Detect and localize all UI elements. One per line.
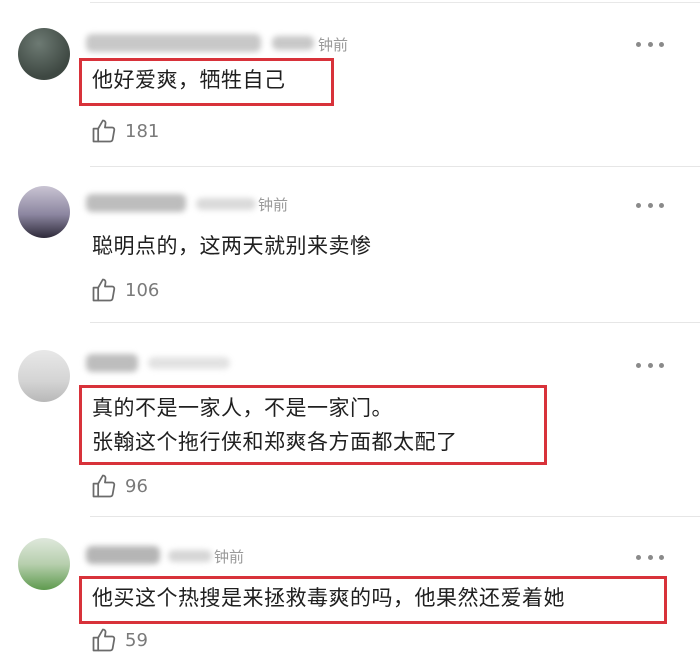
username-blurred [272,36,314,50]
comment-time: 钟前 [318,36,349,54]
username-blurred [86,546,160,564]
comment-text: 他买这个热搜是来拯救毒爽的吗，他果然还爱着她 [79,576,667,624]
comment-text: 他好爱爽，牺牲自己 [79,58,334,106]
username-blurred [196,198,256,210]
comment-line: 他买这个热搜是来拯救毒爽的吗，他果然还爱着她 [92,586,565,610]
avatar[interactable] [18,350,70,402]
thumbs-up-icon [92,474,116,498]
username-blurred [86,34,261,52]
username-blurred [86,354,138,372]
comment-item: 真的不是一家人，不是一家门。 张翰这个拖行侠和郑爽各方面都太配了 96 [0,322,700,518]
comment-text: 真的不是一家人，不是一家门。 张翰这个拖行侠和郑爽各方面都太配了 [79,385,547,465]
thumbs-up-icon [92,628,116,652]
like-button[interactable]: 59 [90,626,148,654]
comment-time: 钟前 [258,196,289,214]
more-dots-icon[interactable] [636,550,664,564]
username-blurred [168,550,212,562]
divider [90,166,700,167]
avatar[interactable] [18,186,70,238]
comment-line: 聪明点的，这两天就别来卖惨 [92,234,372,258]
more-dots-icon[interactable] [636,37,664,51]
comment-time: 钟前 [214,548,245,566]
comment-line: 他好爱爽，牺牲自己 [92,68,286,92]
like-count: 106 [125,279,160,301]
comment-text: 聪明点的，这两天就别来卖惨 [79,224,459,268]
avatar[interactable] [18,28,70,80]
thumbs-up-icon [92,119,116,143]
username-blurred [148,357,230,369]
avatar[interactable] [18,538,70,590]
thumbs-up-icon [92,278,116,302]
like-button[interactable]: 181 [90,117,159,145]
comment-item: 钟前 他买这个热搜是来拯救毒爽的吗，他果然还爱着她 59 [0,518,700,662]
more-dots-icon[interactable] [636,358,664,372]
comment-line: 真的不是一家人，不是一家门。 [92,396,393,420]
like-count: 59 [125,629,148,651]
like-button[interactable]: 106 [90,276,159,304]
username-blurred [86,194,186,212]
divider [90,516,700,517]
comment-line: 张翰这个拖行侠和郑爽各方面都太配了 [92,430,458,454]
like-button[interactable]: 96 [90,472,148,500]
comment-item: 钟前 他好爱爽，牺牲自己 181 [0,0,700,172]
like-count: 96 [125,475,148,497]
like-count: 181 [125,120,160,142]
more-dots-icon[interactable] [636,198,664,212]
comment-item: 钟前 聪明点的，这两天就别来卖惨 106 [0,172,700,323]
